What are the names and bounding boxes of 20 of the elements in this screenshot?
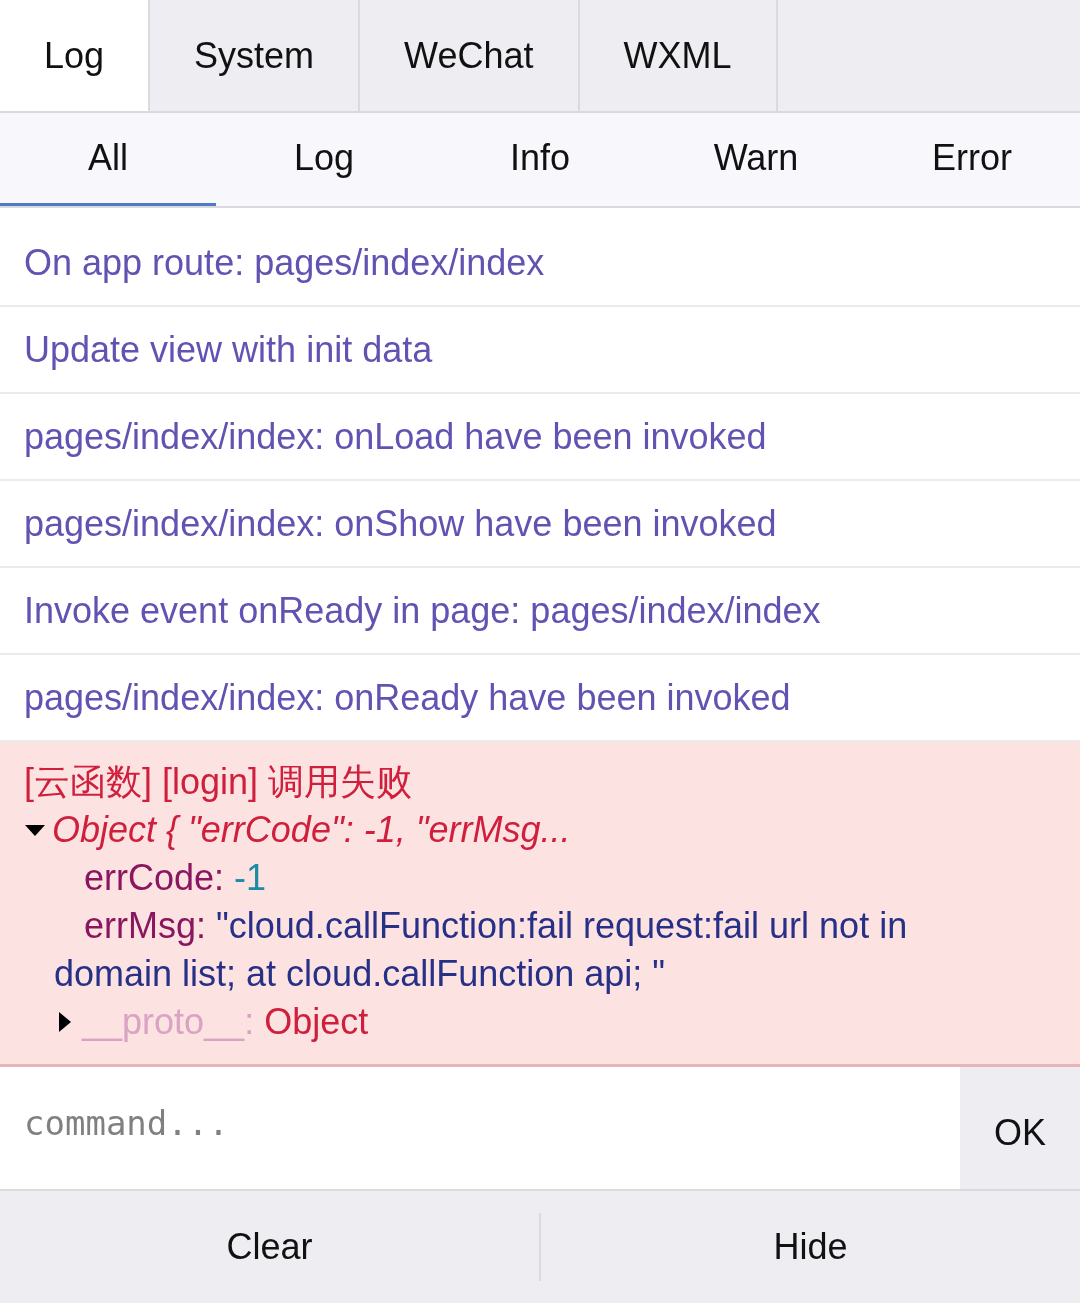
object-summary[interactable]: Object { "errCode": -1, "errMsg... bbox=[52, 806, 571, 854]
log-message: Invoke event onReady in page: pages/index/index bbox=[24, 589, 821, 632]
footer-button[interactable]: Hide bbox=[541, 1191, 1080, 1303]
tab[interactable]: Log bbox=[0, 0, 151, 111]
log-message: pages/index/index: onShow have been invoked bbox=[24, 502, 777, 545]
log-message: pages/index/index: onReady have been invoked bbox=[24, 676, 791, 719]
log-message: On app route: pages/index/index bbox=[24, 241, 545, 284]
filter-tab[interactable]: Warn bbox=[648, 113, 864, 206]
filter-tab[interactable]: Error bbox=[864, 113, 1080, 206]
log-message: pages/index/index: onLoad have been invoked bbox=[24, 415, 767, 458]
filter-tab[interactable]: Log bbox=[216, 113, 432, 206]
footer-button[interactable]: Clear bbox=[0, 1191, 539, 1303]
filter-tab[interactable]: Info bbox=[432, 113, 648, 206]
filter-tab[interactable]: All bbox=[0, 113, 216, 206]
property-line[interactable]: __proto__: Object bbox=[82, 998, 369, 1046]
property-line: errCode: -1 bbox=[83, 856, 268, 900]
error-message: [云函数] [login] 调用失败 bbox=[24, 760, 414, 804]
log-message: Update view with init data bbox=[24, 328, 433, 371]
ok-button[interactable]: OK bbox=[960, 1067, 1080, 1189]
property-line: errMsg: "cloud.callFunction:fail request:fail url not in domain list; at cloud.callFunction api; " bbox=[54, 904, 909, 996]
